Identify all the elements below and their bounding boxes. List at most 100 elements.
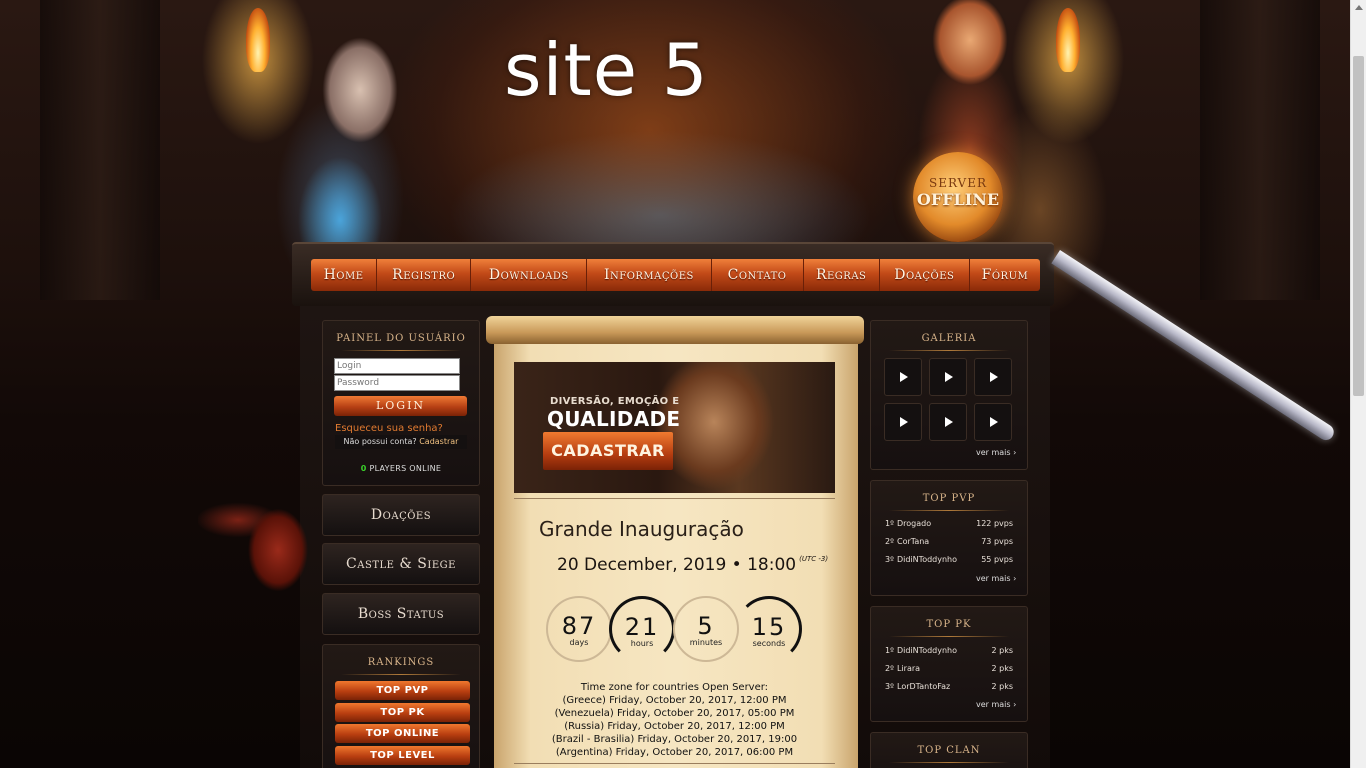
- countdown-minutes: 5 minutes: [673, 596, 739, 662]
- site-title: site 5: [504, 28, 709, 112]
- background-pillar: [1200, 0, 1320, 300]
- boss-status-button[interactable]: Boss Status: [322, 593, 480, 635]
- timezone-header: Time zone for countries Open Server:: [580, 682, 769, 693]
- rank: 1º: [885, 519, 894, 528]
- server-status-value: OFFLINE: [916, 190, 1000, 209]
- gallery-video-thumb[interactable]: [974, 358, 1012, 396]
- gallery-video-thumb[interactable]: [929, 358, 967, 396]
- rank: 1º: [885, 646, 894, 655]
- rank-top-level-button[interactable]: TOP LEVEL: [335, 746, 470, 765]
- timezone-line: (Greece) Friday, October 20, 2017, 12:00…: [562, 695, 787, 706]
- divider: [514, 498, 835, 499]
- no-account-text: Não possui conta?: [343, 437, 417, 446]
- player-name[interactable]: Drogado: [897, 519, 931, 528]
- background-pillar: [40, 0, 160, 300]
- event-date: 20 December, 2019 • 18:00 (UTC -3): [557, 555, 828, 575]
- user-panel-title: PAINEL DO USUÁRIO: [323, 321, 479, 351]
- timezone-line: (Brazil - Brasilia) Friday, October 20, …: [551, 734, 798, 745]
- nav-downloads[interactable]: Downloads: [471, 259, 588, 291]
- countdown-unit: minutes: [689, 638, 723, 647]
- top-pk-ver-mais-link[interactable]: ver mais ›: [976, 700, 1016, 709]
- login-button[interactable]: LOGIN: [334, 396, 467, 416]
- countdown-unit: hours: [630, 639, 654, 648]
- countdown-days: 87 days: [546, 596, 612, 662]
- divider: [514, 763, 835, 764]
- player-score: 73 pvps: [981, 537, 1013, 546]
- top-pvp-title: TOP PVP: [871, 481, 1027, 511]
- nav-home[interactable]: Home: [311, 259, 378, 291]
- gallery-video-thumb[interactable]: [884, 358, 922, 396]
- rank-top-pvp-button[interactable]: TOP PVP: [335, 681, 470, 700]
- scroll-up-arrow-icon[interactable]: [1355, 5, 1363, 10]
- banner-register-button[interactable]: CADASTRAR: [543, 432, 673, 470]
- no-account-row: Não possui conta? Cadastrar: [335, 435, 467, 449]
- player-name[interactable]: LorDTantoFaz: [897, 682, 950, 691]
- nav-forum[interactable]: Fórum: [970, 259, 1040, 291]
- player-score: 122 pvps: [976, 519, 1013, 528]
- nav-informacoes[interactable]: Informações: [587, 259, 712, 291]
- server-status-label: SERVER: [928, 176, 988, 190]
- login-input[interactable]: [334, 358, 460, 374]
- countdown-seconds: 15 seconds: [736, 596, 802, 662]
- forgot-password-link[interactable]: Esqueceu sua senha?: [335, 423, 443, 434]
- doacoes-button[interactable]: Doações: [322, 494, 480, 536]
- banner-headline: QUALIDADE: [547, 407, 681, 431]
- rank: 2º: [885, 664, 894, 673]
- banner-tagline: DIVERSÃO, EMOÇÃO E: [550, 396, 680, 407]
- countdown-hours: 21 hours: [609, 596, 675, 662]
- castle-siege-button[interactable]: Castle & Siege: [322, 543, 480, 585]
- player-score: 2 pks: [991, 682, 1013, 691]
- players-online-count: 0: [360, 464, 367, 473]
- player-score: 2 pks: [991, 664, 1013, 673]
- countdown-value: 21: [624, 613, 660, 641]
- main-nav: Home Registro Downloads Informações Cont…: [311, 259, 1040, 291]
- register-banner[interactable]: DIVERSÃO, EMOÇÃO E QUALIDADE CADASTRAR: [514, 362, 835, 493]
- dragon-decoration: [198, 480, 328, 610]
- players-online: 0 PLAYERS ONLINE: [335, 464, 467, 473]
- player-score: 2 pks: [991, 646, 1013, 655]
- nav-regras[interactable]: Regras: [804, 259, 880, 291]
- countdown-unit: days: [569, 638, 589, 647]
- event-title: Grande Inauguração: [539, 517, 744, 541]
- timezone-line: (Russia) Friday, October 20, 2017, 12:00…: [564, 721, 785, 732]
- nav-doacoes[interactable]: Doações: [880, 259, 970, 291]
- event-date-text: 20 December, 2019 • 18:00: [557, 555, 797, 575]
- scrollbar-thumb[interactable]: [1353, 56, 1364, 396]
- top-clan-panel: TOP CLAN: [870, 732, 1028, 768]
- top-pvp-ver-mais-link[interactable]: ver mais ›: [976, 574, 1016, 583]
- countdown-value: 15: [751, 613, 787, 641]
- register-link[interactable]: Cadastrar: [419, 437, 458, 446]
- password-input[interactable]: [334, 375, 460, 391]
- player-name[interactable]: DidiNToddynho: [897, 646, 957, 655]
- rank: 3º: [885, 682, 894, 691]
- page-scrollbar[interactable]: [1350, 0, 1366, 768]
- event-utc: (UTC -3): [799, 555, 829, 563]
- gallery-video-thumb[interactable]: [929, 403, 967, 441]
- rank: 3º: [885, 555, 894, 564]
- nav-contato[interactable]: Contato: [712, 259, 804, 291]
- rank-top-online-button[interactable]: TOP ONLINE: [335, 724, 470, 743]
- player-score: 55 pvps: [981, 555, 1013, 564]
- scroll-top-roll: [486, 316, 864, 344]
- player-name[interactable]: Lirara: [897, 664, 920, 673]
- players-online-label: PLAYERS ONLINE: [369, 464, 442, 473]
- rank-top-pk-button[interactable]: TOP PK: [335, 703, 470, 722]
- timezone-line: (Argentina) Friday, October 20, 2017, 06…: [555, 747, 794, 758]
- player-name[interactable]: DidiNToddynho: [897, 555, 957, 564]
- countdown-value: 87: [561, 612, 597, 640]
- rankings-title: RANKINGS: [323, 645, 479, 675]
- page: site 5 SERVER OFFLINE Home Registro Down…: [0, 0, 1366, 768]
- rank: 2º: [885, 537, 894, 546]
- gallery-title: GALERIA: [871, 321, 1027, 351]
- player-name[interactable]: CorTana: [897, 537, 929, 546]
- server-status-badge: SERVER OFFLINE: [913, 152, 1003, 242]
- countdown-unit: seconds: [752, 639, 786, 648]
- gallery-video-thumb[interactable]: [974, 403, 1012, 441]
- nav-registro[interactable]: Registro: [377, 259, 472, 291]
- top-clan-title: TOP CLAN: [871, 733, 1027, 763]
- countdown-value: 5: [697, 612, 715, 640]
- top-pk-title: TOP PK: [871, 607, 1027, 637]
- gallery-video-thumb[interactable]: [884, 403, 922, 441]
- gallery-ver-mais-link[interactable]: ver mais ›: [976, 448, 1016, 457]
- timezone-line: (Venezuela) Friday, October 20, 2017, 05…: [554, 708, 795, 719]
